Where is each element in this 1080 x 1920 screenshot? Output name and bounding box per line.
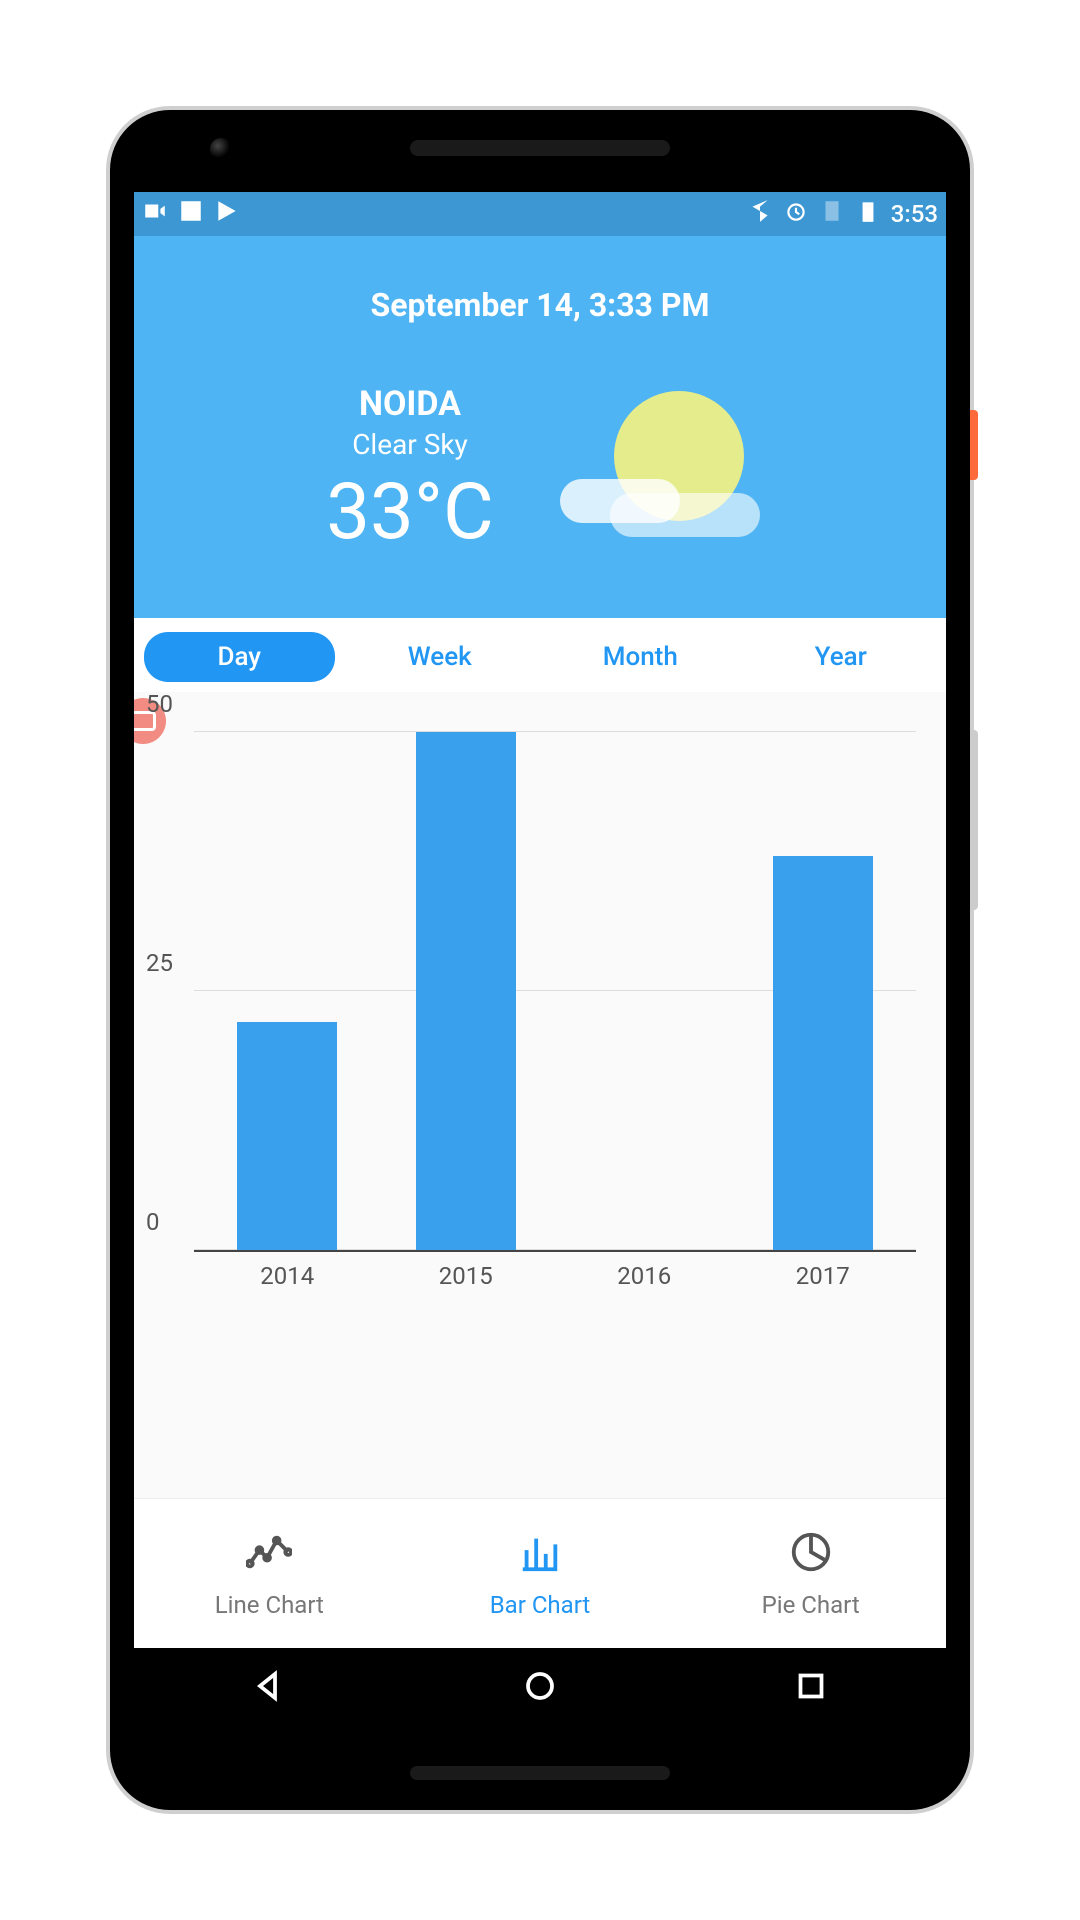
tab-month[interactable]: Month: [545, 632, 736, 682]
x-tick: 2017: [773, 1262, 873, 1290]
bar-chart: 02550: [194, 732, 916, 1252]
device-frame: 3:53 September 14, 3:33 PM NOIDA Clear S…: [110, 110, 970, 1810]
home-button[interactable]: [522, 1668, 558, 1708]
weather-icon: [574, 391, 754, 551]
tab-day[interactable]: Day: [144, 632, 335, 682]
status-time: 3:53: [891, 200, 938, 228]
y-tick: 0: [146, 1208, 160, 1236]
play-store-icon: [214, 198, 240, 230]
screen: 3:53 September 14, 3:33 PM NOIDA Clear S…: [134, 192, 946, 1728]
tab-label: Bar Chart: [490, 1591, 591, 1619]
back-button[interactable]: [251, 1668, 287, 1708]
x-tick: 2014: [237, 1262, 337, 1290]
temperature: 33°C: [326, 467, 494, 558]
x-tick: 2016: [594, 1262, 694, 1290]
alarm-icon: [783, 198, 809, 230]
phone-speaker: [410, 140, 670, 156]
weather-condition: Clear Sky: [326, 428, 494, 461]
range-tabs: Day Week Month Year: [134, 618, 946, 692]
y-tick: 25: [146, 949, 173, 977]
x-tick: 2015: [416, 1262, 516, 1290]
battery-icon: [855, 198, 881, 230]
bar-chart-icon: [517, 1529, 563, 1581]
location-name: NOIDA: [326, 384, 494, 424]
image-icon: [178, 198, 204, 230]
pie-chart-icon: [788, 1529, 834, 1581]
android-nav-bar: [134, 1648, 946, 1728]
bar: [237, 1022, 337, 1250]
tab-bar-chart[interactable]: Bar Chart: [405, 1499, 676, 1648]
bar: [416, 732, 516, 1250]
video-icon: [142, 198, 168, 230]
chart-area: 02550 2014201520162017: [134, 692, 946, 1498]
weather-card: September 14, 3:33 PM NOIDA Clear Sky 33…: [134, 236, 946, 618]
tab-pie-chart[interactable]: Pie Chart: [675, 1499, 946, 1648]
tab-label: Line Chart: [215, 1591, 324, 1619]
status-bar: 3:53: [134, 192, 946, 236]
overview-button[interactable]: [793, 1668, 829, 1708]
tab-year[interactable]: Year: [746, 632, 937, 682]
phone-bottom-speaker: [410, 1766, 670, 1780]
tab-line-chart[interactable]: Line Chart: [134, 1499, 405, 1648]
current-date: September 14, 3:33 PM: [154, 286, 926, 324]
bar: [773, 856, 873, 1250]
line-chart-icon: [246, 1529, 292, 1581]
bluetooth-icon: [747, 198, 773, 230]
tab-week[interactable]: Week: [345, 632, 536, 682]
chart-type-tabs: Line Chart Bar Chart Pie Chart: [134, 1498, 946, 1648]
y-tick: 50: [146, 690, 173, 718]
no-sim-icon: [819, 198, 845, 230]
front-camera: [210, 138, 232, 160]
tab-label: Pie Chart: [762, 1591, 860, 1619]
